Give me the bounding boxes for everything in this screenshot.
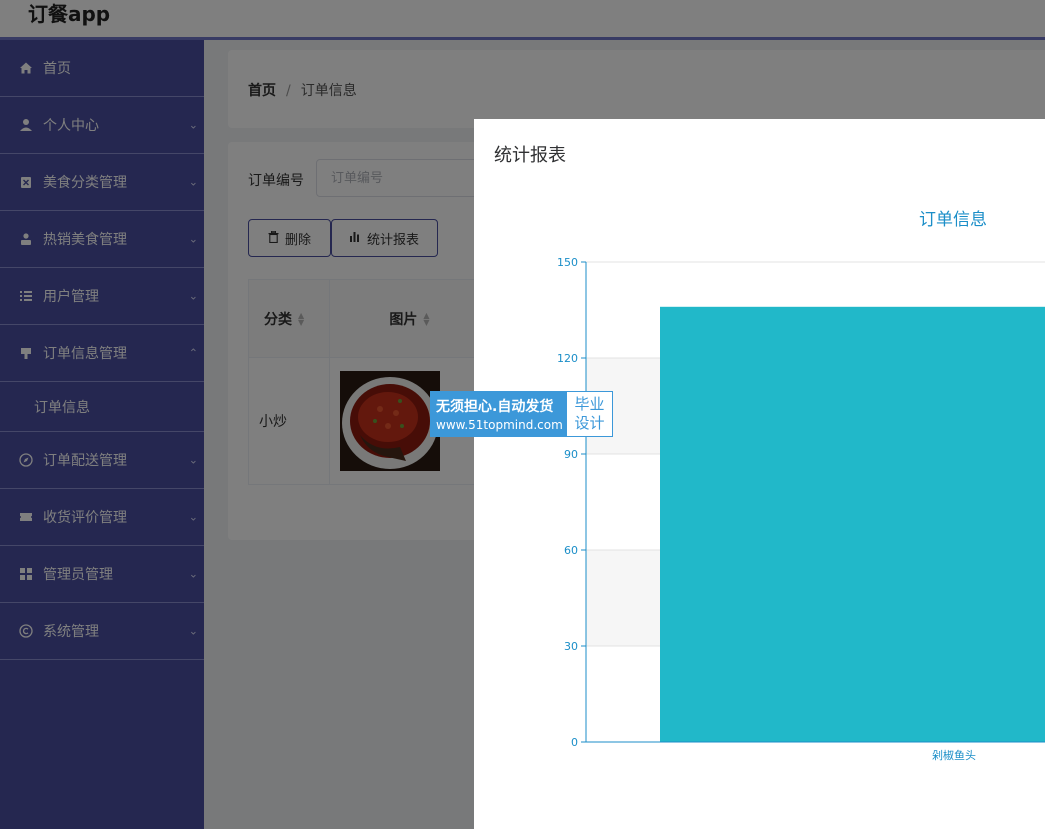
bar: [660, 306, 1045, 742]
watermark-word-2: 设计: [574, 414, 605, 432]
watermark-word-1: 毕业: [574, 395, 605, 413]
y-tick-label: 150: [557, 256, 578, 269]
x-tick-label: 剁椒鱼头: [932, 748, 976, 762]
y-tick-label: 60: [564, 544, 578, 557]
watermark-left: 无须担心.自动发货 www.51topmind.com: [431, 392, 567, 436]
y-tick-label: 90: [564, 448, 578, 461]
app-root: 订餐app 首页 个人中心 ⌄ 美食分类管理 ⌄ 热销美食管: [0, 0, 1045, 829]
watermark-right: 毕业 设计: [567, 392, 612, 436]
watermark-badge: 无须担心.自动发货 www.51topmind.com 毕业 设计: [430, 391, 613, 437]
watermark-slogan: 无须担心.自动发货: [436, 399, 554, 415]
statistics-dialog: 统计报表 订单信息 0 30 60 90 120 150 剁椒鱼头: [474, 119, 1045, 829]
bar-chart: 0 30 60 90 120 150 剁椒鱼头: [557, 256, 1045, 762]
y-tick-label: 30: [564, 640, 578, 653]
watermark-url: www.51topmind.com: [436, 418, 563, 432]
y-tick-label: 120: [557, 352, 578, 365]
y-tick-label: 0: [571, 736, 578, 749]
